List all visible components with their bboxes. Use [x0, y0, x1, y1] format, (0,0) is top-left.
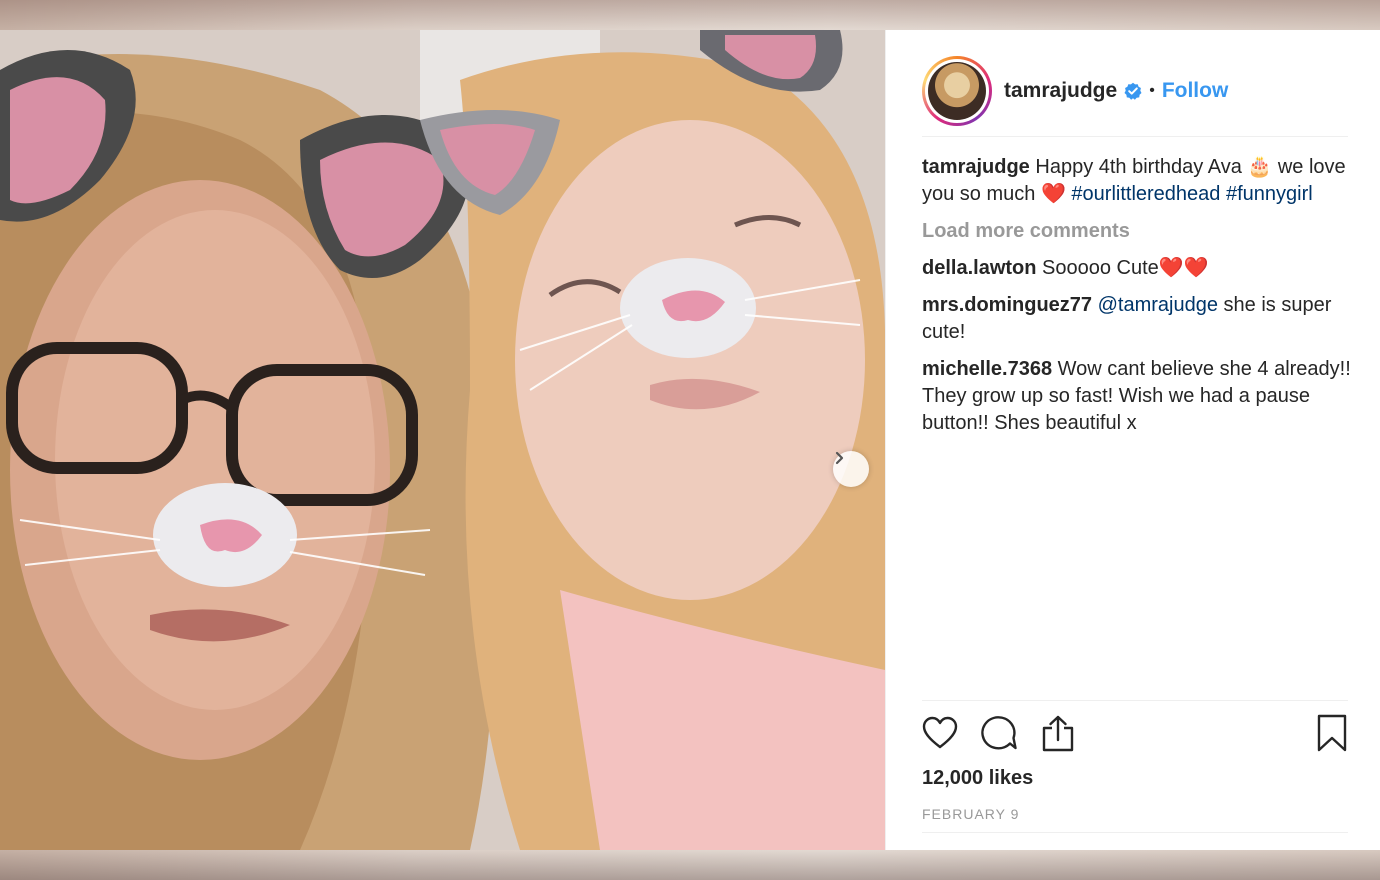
comment-item: mrs.dominguez77 @tamrajudge she is super… [922, 292, 1352, 346]
share-icon[interactable] [1040, 714, 1076, 752]
comment-text: Sooooo Cute❤️❤️ [1042, 257, 1209, 279]
comments-section: tamrajudge Happy 4th birthday Ava 🎂 we l… [922, 154, 1352, 447]
heart-icon[interactable] [922, 716, 958, 750]
verified-badge-icon [1124, 82, 1142, 100]
load-more-comments-button[interactable]: Load more comments [922, 218, 1352, 245]
hashtag-funnygirl[interactable]: #funnygirl [1226, 183, 1313, 205]
comment-username[interactable]: mrs.dominguez77 [922, 294, 1092, 316]
caption-username[interactable]: tamrajudge [922, 156, 1030, 178]
bookmark-icon[interactable] [1316, 714, 1348, 752]
selfie-illustration [0, 30, 885, 850]
post-actions-area: 12,000 likes FEBRUARY 9 [922, 700, 1348, 833]
next-photo-button[interactable] [833, 451, 869, 487]
separator-dot: • [1149, 82, 1155, 99]
avatar [928, 62, 986, 120]
caption: tamrajudge Happy 4th birthday Ava 🎂 we l… [922, 154, 1352, 208]
comment-item: michelle.7368 Wow cant believe she 4 alr… [922, 356, 1352, 437]
chevron-right-icon [835, 451, 844, 465]
hashtag-ourlittleredhead[interactable]: #ourlittleredhead [1071, 183, 1220, 205]
instagram-post: tamrajudge • Follow tamrajudge Happy 4th… [0, 30, 1380, 850]
comment-mention[interactable]: @tamrajudge [1098, 294, 1218, 316]
follow-button[interactable]: Follow [1162, 79, 1229, 103]
post-date[interactable]: FEBRUARY 9 [922, 806, 1348, 833]
likes-count[interactable]: 12,000 likes [922, 767, 1348, 790]
post-sidebar: tamrajudge • Follow tamrajudge Happy 4th… [885, 30, 1380, 850]
post-header: tamrajudge • Follow [922, 46, 1348, 137]
comment-username[interactable]: della.lawton [922, 257, 1036, 279]
author-username[interactable]: tamrajudge [1004, 79, 1117, 103]
comment-username[interactable]: michelle.7368 [922, 358, 1052, 380]
post-photo[interactable] [0, 30, 885, 850]
comment-bubble-icon[interactable] [980, 715, 1018, 751]
comment-item: della.lawton Sooooo Cute❤️❤️ [922, 255, 1352, 282]
action-bar [922, 701, 1348, 765]
story-ring[interactable] [922, 56, 992, 126]
